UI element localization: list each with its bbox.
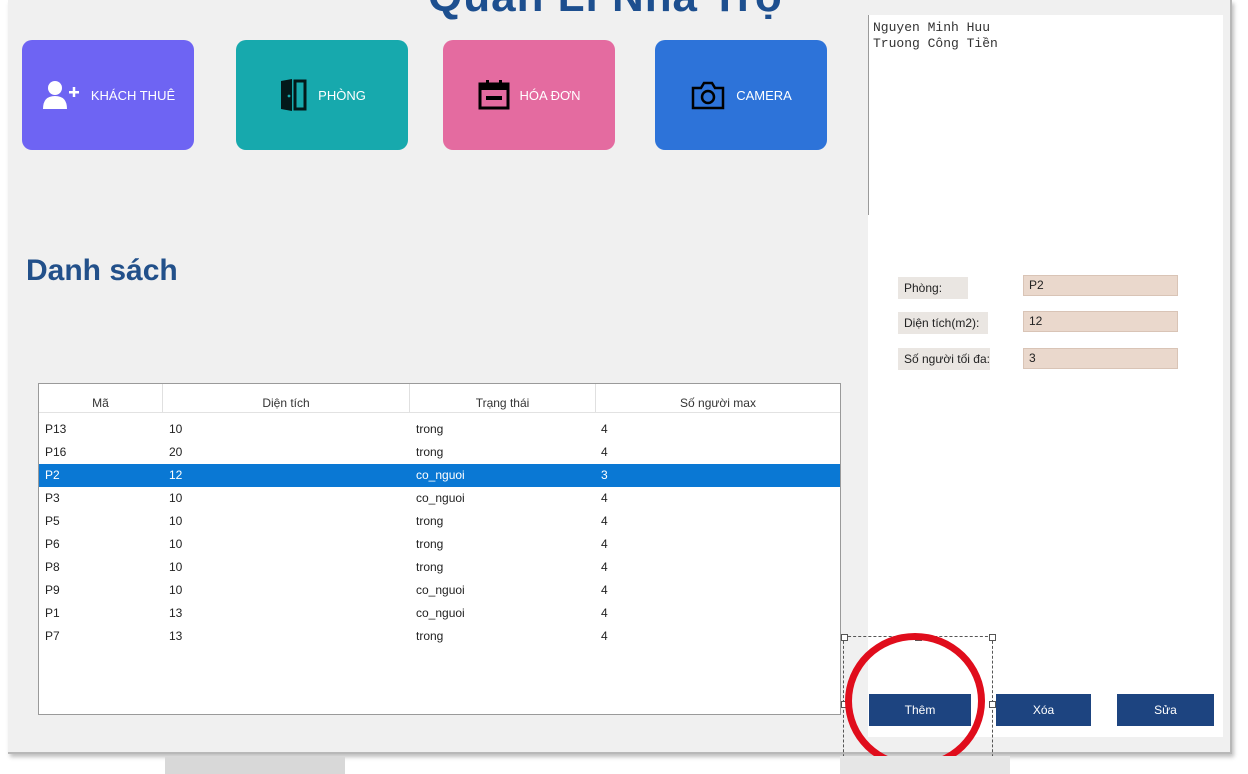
column-header-area[interactable]: Diện tích (163, 384, 410, 412)
cell-status: co_nguoi (416, 606, 465, 620)
table-row[interactable]: P9 10 co_nguoi 4 (39, 579, 840, 602)
cell-area: 13 (169, 629, 183, 643)
max-people-label: Số người tối đa: (898, 348, 990, 370)
page-title: Quản Lí Nhà Trọ (428, 0, 783, 22)
cell-area: 10 (169, 537, 183, 551)
cell-code: P16 (45, 445, 67, 459)
max-people-field[interactable] (1023, 348, 1178, 369)
room-table: Mã Diện tích Trạng thái Số người max P13… (38, 383, 841, 715)
area-label: Diện tích(m2): (898, 312, 988, 334)
cell-area: 10 (169, 491, 183, 505)
members-textbox[interactable]: Nguyen Minh Huu Truong Công Tiền (868, 15, 1223, 215)
cell-code: P5 (45, 514, 60, 528)
cell-max-people: 4 (601, 537, 608, 551)
door-icon (281, 79, 307, 111)
background-strip (840, 756, 1010, 774)
cell-status: co_nguoi (416, 468, 465, 482)
cell-code: P3 (45, 491, 60, 505)
cell-code: P7 (45, 629, 60, 643)
cell-code: P13 (45, 422, 67, 436)
cell-area: 20 (169, 445, 183, 459)
cell-max-people: 4 (601, 606, 608, 620)
cell-area: 10 (169, 514, 183, 528)
area-field[interactable] (1023, 311, 1178, 332)
cell-status: trong (416, 560, 444, 574)
rooms-tile-button[interactable]: PHÒNG (236, 40, 408, 150)
cell-code: P8 (45, 560, 60, 574)
table-row[interactable]: P1 13 co_nguoi 4 (39, 602, 840, 625)
cell-status: trong (416, 422, 444, 436)
cell-area: 10 (169, 560, 183, 574)
cell-code: P9 (45, 583, 60, 597)
invoice-tile-label: HÓA ĐƠN (519, 87, 581, 103)
cell-code: P6 (45, 537, 60, 551)
cell-status: co_nguoi (416, 491, 465, 505)
cell-area: 10 (169, 583, 183, 597)
column-header-code[interactable]: Mã (39, 384, 163, 412)
cell-max-people: 4 (601, 422, 608, 436)
cell-max-people: 4 (601, 445, 608, 459)
table-row[interactable]: P5 10 trong 4 (39, 510, 840, 533)
table-row[interactable]: P6 10 trong 4 (39, 533, 840, 556)
cell-area: 13 (169, 606, 183, 620)
invoice-tile-button[interactable]: HÓA ĐƠN (443, 40, 615, 150)
cell-status: trong (416, 537, 444, 551)
edit-button[interactable]: Sửa (1117, 694, 1214, 726)
cell-status: trong (416, 514, 444, 528)
background-strip (165, 756, 345, 774)
add-button[interactable]: Thêm (869, 694, 971, 726)
table-header: Mã Diện tích Trạng thái Số người max (39, 384, 840, 413)
main-window: Quản Lí Nhà Trọ KHÁCH THUÊ PHÒNG HÓA ĐƠN (8, 0, 1232, 754)
cell-max-people: 4 (601, 560, 608, 574)
room-field[interactable] (1023, 275, 1178, 296)
table-row[interactable]: P13 10 trong 4 (39, 418, 840, 441)
right-panel: Nguyen Minh Huu Truong Công Tiền Phòng: … (868, 15, 1223, 737)
column-header-max-people[interactable]: Số người max (596, 384, 840, 412)
table-row[interactable]: P8 10 trong 4 (39, 556, 840, 579)
add-user-icon (42, 81, 79, 109)
camera-tile-button[interactable]: CAMERA (655, 40, 827, 150)
tenants-tile-label: KHÁCH THUÊ (90, 87, 176, 103)
cell-max-people: 3 (601, 468, 608, 482)
member-line: Nguyen Minh Huu (873, 20, 991, 35)
cell-area: 12 (169, 468, 183, 482)
cell-max-people: 4 (601, 583, 608, 597)
table-row[interactable]: P3 10 co_nguoi 4 (39, 487, 840, 510)
cell-code: P1 (45, 606, 60, 620)
room-label: Phòng: (898, 277, 968, 299)
camera-icon (691, 81, 725, 110)
column-header-status[interactable]: Trạng thái (410, 384, 596, 412)
camera-tile-label: CAMERA (736, 87, 792, 103)
list-heading: Danh sách (26, 254, 178, 287)
table-row[interactable]: P2 12 co_nguoi 3 (39, 464, 840, 487)
table-body: P13 10 trong 4 P16 20 trong 4 P2 12 co_nguoi 3 P3 10 c… (39, 418, 840, 648)
cell-status: trong (416, 629, 444, 643)
cell-max-people: 4 (601, 514, 608, 528)
cell-area: 10 (169, 422, 183, 436)
tenants-tile-button[interactable]: KHÁCH THUÊ (22, 40, 194, 150)
cell-status: trong (416, 445, 444, 459)
table-row[interactable]: P7 13 trong 4 (39, 625, 840, 648)
delete-button[interactable]: Xóa (996, 694, 1091, 726)
member-line: Truong Công Tiền (873, 36, 998, 51)
cell-code: P2 (45, 468, 60, 482)
calendar-icon (478, 80, 509, 110)
rooms-tile-label: PHÒNG (318, 87, 366, 103)
cell-status: co_nguoi (416, 583, 465, 597)
table-row[interactable]: P16 20 trong 4 (39, 441, 840, 464)
cell-max-people: 4 (601, 491, 608, 505)
cell-max-people: 4 (601, 629, 608, 643)
